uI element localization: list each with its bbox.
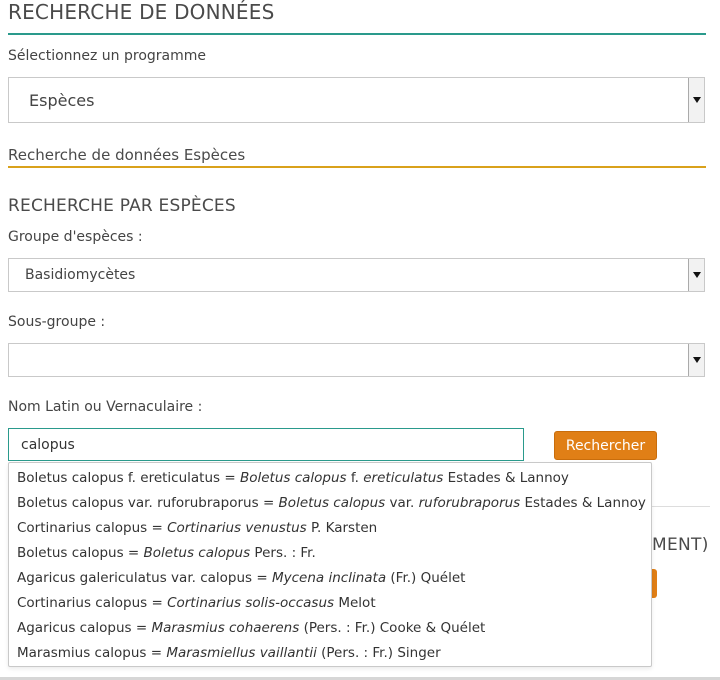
suggestion-taxon: Cortinarius venustus [167,520,307,536]
suggestion-item[interactable]: Boletus calopus f. ereticulatus = Boletu… [17,470,569,486]
suggestion-prefix: Boletus calopus f. ereticulatus = [17,470,240,486]
subgroup-select[interactable] [8,343,705,377]
suggestion-item[interactable]: Cortinarius calopus = Cortinarius solis-… [17,595,376,611]
program-select[interactable]: Espèces [8,77,705,123]
suggestion-author: Melot [334,595,376,611]
suggestion-taxon: Boletus calopus [278,495,386,511]
autocomplete-dropdown: Boletus calopus f. ereticulatus = Boletu… [8,462,652,667]
search-button[interactable]: Rechercher [554,431,657,460]
suggestion-author: var. [385,495,419,511]
page-title: RECHERCHE DE DONNÉES [8,0,275,24]
group-label: Groupe d'espèces : [8,229,143,245]
suggestion-item[interactable]: Agaricus galericulatus var. calopus = My… [17,570,465,586]
suggestion-item[interactable]: Cortinarius calopus = Cortinarius venust… [17,520,377,536]
suggestion-prefix: Cortinarius calopus = [17,595,168,611]
suggestion-author: Estades & Lannoy [520,495,646,511]
suggestion-taxon: Marasmiellus vaillantii [166,645,317,661]
suggestion-author: f. [346,470,364,486]
suggestion-item[interactable]: Marasmius calopus = Marasmiellus vaillan… [17,645,441,661]
suggestion-taxon: ruforubraporus [418,495,521,511]
suggestion-taxon: Cortinarius solis-occasus [167,595,335,611]
group-select[interactable]: Basidiomycètes [8,258,705,292]
species-search-title: RECHERCHE PAR ESPÈCES [8,196,236,216]
suggestion-prefix: Agaricus galericulatus var. calopus = [17,570,272,586]
group-select-value: Basidiomycètes [25,267,136,283]
program-select-value: Espèces [29,91,95,110]
suggestion-author: (Pers. : Fr.) Cooke & Quélet [299,620,486,636]
name-label: Nom Latin ou Vernaculaire : [8,399,203,415]
chevron-down-icon[interactable] [688,344,704,376]
chevron-down-icon[interactable] [688,78,704,122]
suggestion-prefix: Boletus calopus = [17,545,144,561]
suggestion-author: (Fr.) Quélet [386,570,466,586]
suggestion-taxon: Mycena inclinata [271,570,387,586]
subgroup-label: Sous-groupe : [8,314,106,330]
suggestion-item[interactable]: Boletus calopus = Boletus calopus Pers. … [17,545,316,561]
suggestion-author: (Pers. : Fr.) Singer [316,645,441,661]
suggestion-taxon: Boletus calopus [143,545,251,561]
suggestion-taxon: Marasmius cohaerens [151,620,300,636]
chevron-down-icon[interactable] [688,259,704,291]
section-subheading: Recherche de données Espèces [8,146,246,164]
suggestion-prefix: Marasmius calopus = [17,645,167,661]
suggestion-prefix: Agaricus calopus = [17,620,152,636]
suggestion-author: Pers. : Fr. [250,545,316,561]
suggestion-author: Estades & Lannoy [443,470,569,486]
suggestion-item[interactable]: Agaricus calopus = Marasmius cohaerens (… [17,620,485,636]
name-search-input[interactable] [8,428,524,461]
suggestion-prefix: Boletus calopus var. ruforubraporus = [17,495,279,511]
program-label: Sélectionnez un programme [8,48,207,64]
suggestion-taxon: ereticulatus [363,470,444,486]
title-divider [8,33,706,35]
suggestion-item[interactable]: Boletus calopus var. ruforubraporus = Bo… [17,495,646,511]
suggestion-author: P. Karsten [306,520,378,536]
suggestion-taxon: Boletus calopus [239,470,347,486]
suggestion-prefix: Cortinarius calopus = [17,520,168,536]
subheading-divider [8,166,706,168]
